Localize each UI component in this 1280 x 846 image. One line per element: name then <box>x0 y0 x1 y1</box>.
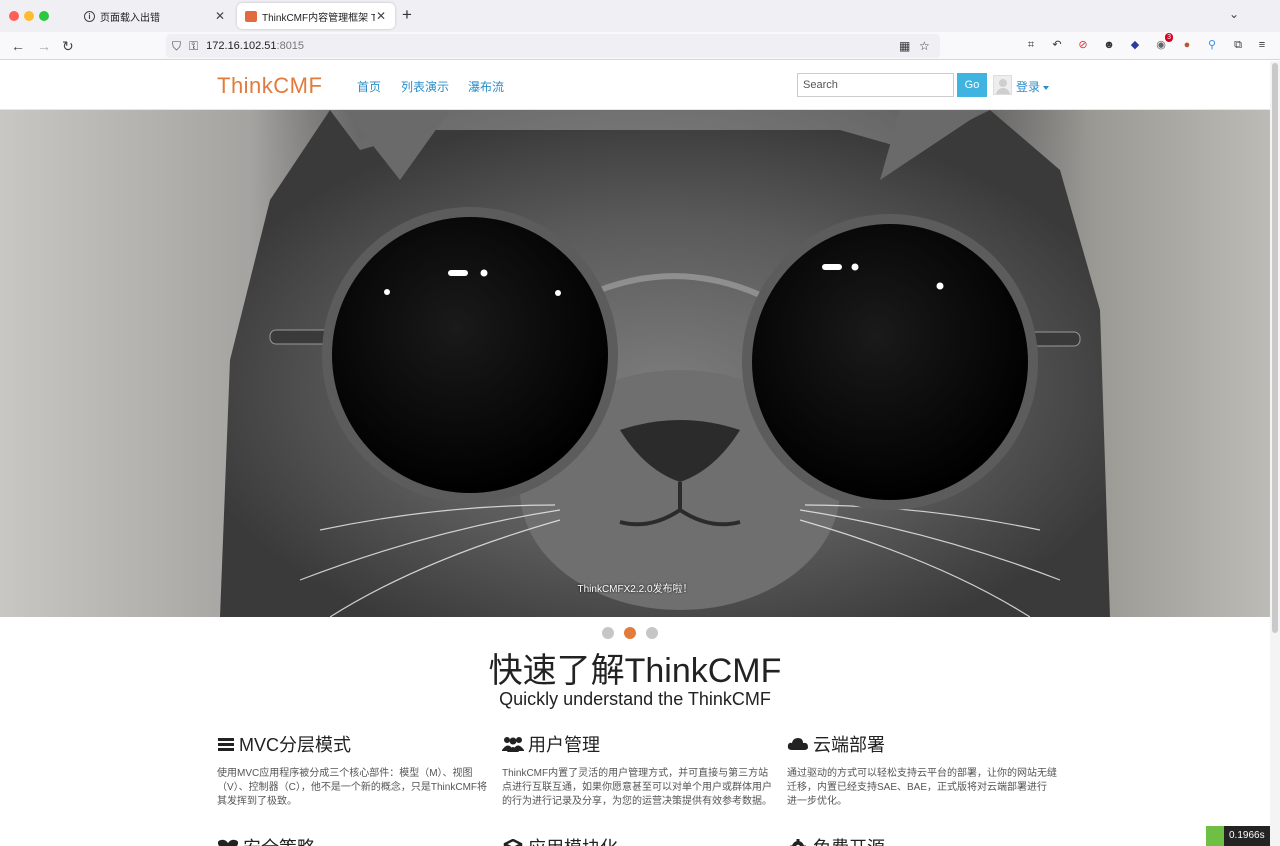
feature-text: 通过驱动的方式可以轻松支持云平台的部署，让你的网站无缝迁移，内置已经支持SAE、… <box>787 768 1057 807</box>
reload-icon[interactable]: ↻ <box>62 37 74 55</box>
feature-title: 应用模块化 <box>528 834 618 846</box>
hero-caption: ThinkCMFX2.2.0发布啦！ <box>577 584 693 595</box>
pin-icon[interactable]: ⚲ <box>1205 38 1219 52</box>
shield-icon[interactable]: ⛉ <box>172 39 181 54</box>
browser-tab-thinkcmf[interactable]: ThinkCMF内容管理框架 ThinkCMF ✕ <box>237 3 395 29</box>
carousel-dot[interactable] <box>602 627 614 639</box>
url-port: :8015 <box>276 40 305 52</box>
browser-tab-bar: i 页面载入出错 ✕ ThinkCMF内容管理框架 ThinkCMF ✕ + ⌄ <box>0 0 1280 32</box>
site-header: ThinkCMF 首页 列表演示 瀑布流 Go 登录 <box>0 61 1270 110</box>
extension-badge: 3 <box>1165 33 1173 42</box>
address-bar[interactable]: ⛉ ⚿ 172.16.102.51:8015 ▦ ☆ <box>166 34 940 58</box>
page-load-time: 0.1966s <box>1229 830 1265 841</box>
gear-icon <box>787 839 809 846</box>
bookmark-star-icon[interactable]: ☆ <box>919 39 930 53</box>
web-page: ThinkCMF 首页 列表演示 瀑布流 Go 登录 <box>0 61 1270 846</box>
section-title: 快速了解ThinkCMF <box>488 652 782 690</box>
feature-security: 安全策略 <box>217 834 487 846</box>
robot-icon[interactable]: ☻ <box>1102 38 1116 52</box>
feature-title: 免费开源 <box>813 834 885 846</box>
feature-heading: 安全策略 <box>217 834 487 846</box>
new-tab-icon[interactable]: + <box>402 5 412 25</box>
block-icon[interactable]: ⊘ <box>1076 38 1090 52</box>
feature-open-source: 免费开源 <box>787 834 1057 846</box>
page-scrollbar[interactable] <box>1270 61 1280 846</box>
qr-code-icon[interactable]: ▦ <box>899 39 910 53</box>
info-icon: i <box>84 10 95 22</box>
carousel-dot[interactable] <box>646 627 658 639</box>
thinkphp-leaf-icon <box>1206 826 1224 846</box>
extensions-puzzle-icon[interactable]: ⧉ <box>1231 38 1245 52</box>
feature-text: ThinkCMF内置了灵活的用户管理方式，并可直接与第三方站点进行互联互通，如果… <box>502 768 772 807</box>
lock-warning-icon[interactable]: ⚿ <box>189 39 198 54</box>
heart-icon <box>217 839 239 846</box>
scrollbar-thumb[interactable] <box>1272 63 1278 633</box>
nav-waterfall[interactable]: 瀑布流 <box>468 78 504 95</box>
feature-heading: 云端部署 <box>787 731 1057 757</box>
back-arrow-icon[interactable]: ← <box>11 37 25 55</box>
section-subtitle: Quickly understand the ThinkCMF <box>499 689 771 709</box>
feature-title: MVC分层模式 <box>239 735 351 755</box>
cat-with-sunglasses-image <box>220 110 1110 617</box>
tab-label: ThinkCMF内容管理框架 ThinkCMF <box>262 12 375 24</box>
users-icon <box>502 736 524 752</box>
feature-heading: 免费开源 <box>787 834 1057 846</box>
browser-nav-bar: ← → ↻ ⛉ ⚿ 172.16.102.51:8015 ▦ ☆ ⌗ ↶ ⊘ ☻… <box>0 32 1280 60</box>
tab-label: 页面载入出错 <box>100 12 160 24</box>
feature-title: 用户管理 <box>528 735 600 755</box>
avatar[interactable] <box>993 75 1012 95</box>
menu-icon[interactable]: ≡ <box>1255 38 1269 52</box>
nav-list-demo[interactable]: 列表演示 <box>401 78 449 95</box>
logo-think: Think <box>217 73 274 98</box>
browser-tab-error[interactable]: i 页面载入出错 ✕ <box>76 3 234 29</box>
diamond-icon[interactable]: ◆ <box>1128 38 1142 52</box>
debug-trace-badge[interactable]: 0.1966s <box>1206 826 1270 846</box>
search-input[interactable] <box>797 73 954 97</box>
zoom-window-button[interactable] <box>39 11 49 21</box>
cookie-icon[interactable]: ● <box>1180 38 1194 52</box>
logo-cmf: CMF <box>273 73 323 98</box>
close-tab-icon[interactable]: ✕ <box>375 9 387 23</box>
cube-icon <box>502 838 524 846</box>
minimize-window-button[interactable] <box>24 11 34 21</box>
carousel-dot-active[interactable] <box>624 627 636 639</box>
caret-down-icon <box>1043 85 1050 90</box>
login-label: 登录 <box>1016 80 1041 94</box>
feature-title: 安全策略 <box>243 834 315 846</box>
feature-text: 使用MVC应用程序被分成三个核心部件：模型（M）、视图（V）、控制器（C），他不… <box>217 768 488 807</box>
feature-heading: 用户管理 <box>502 731 772 757</box>
site-logo[interactable]: ThinkCMF <box>217 73 322 99</box>
hero-carousel-slide[interactable] <box>0 110 1270 617</box>
nav-home[interactable]: 首页 <box>357 78 381 95</box>
feature-modular: 应用模块化 <box>502 834 772 846</box>
site-favicon-icon <box>245 10 257 22</box>
carousel-pagination <box>602 627 658 639</box>
chevron-down-icon[interactable]: ⌄ <box>1229 7 1239 21</box>
login-dropdown[interactable]: 登录 <box>1016 78 1050 95</box>
crop-icon[interactable]: ⌗ <box>1024 38 1038 52</box>
cloud-icon <box>787 736 809 752</box>
feature-mvc: MVC分层模式 使用MVC应用程序被分成三个核心部件：模型（M）、视图（V）、控… <box>217 731 487 809</box>
feature-heading: MVC分层模式 <box>217 731 487 757</box>
undo-icon[interactable]: ↶ <box>1050 38 1064 52</box>
search-go-button[interactable]: Go <box>957 73 987 97</box>
feature-heading: 应用模块化 <box>502 834 772 846</box>
close-tab-icon[interactable]: ✕ <box>214 9 226 23</box>
feature-cloud-deploy: 云端部署 通过驱动的方式可以轻松支持云平台的部署，让你的网站无缝迁移，内置已经支… <box>787 731 1057 809</box>
close-window-button[interactable] <box>9 11 19 21</box>
forward-arrow-icon[interactable]: → <box>37 37 51 55</box>
url-host: 172.16.102.51 <box>206 40 277 52</box>
extension-icon[interactable]: ◉ 3 <box>1154 33 1173 52</box>
feature-title: 云端部署 <box>813 735 885 755</box>
feature-user-management: 用户管理 ThinkCMF内置了灵活的用户管理方式，并可直接与第三方站点进行互联… <box>502 731 772 809</box>
bars-icon <box>217 736 235 752</box>
